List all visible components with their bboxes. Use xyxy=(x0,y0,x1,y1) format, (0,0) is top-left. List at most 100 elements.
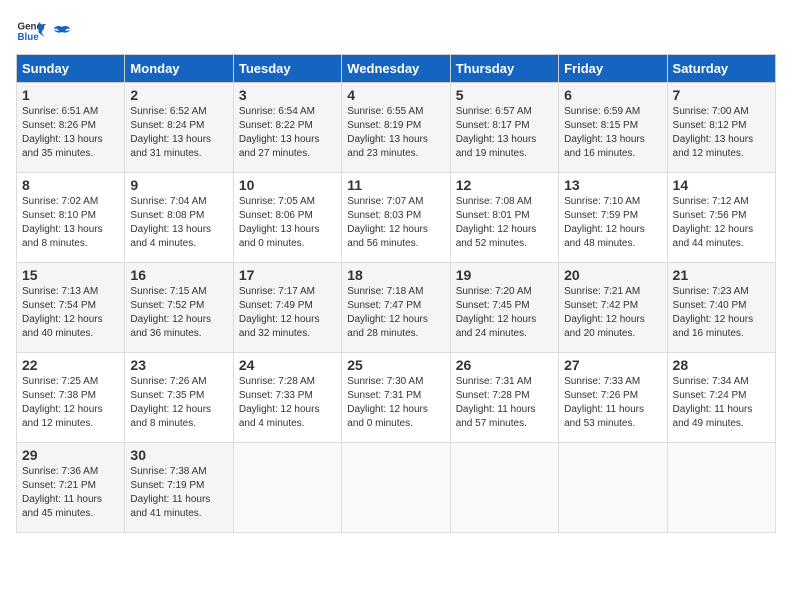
day-cell xyxy=(450,443,558,533)
day-number: 12 xyxy=(456,177,553,193)
day-cell: 10 Sunrise: 7:05 AMSunset: 8:06 PMDaylig… xyxy=(233,173,341,263)
day-cell xyxy=(342,443,450,533)
day-detail: Sunrise: 7:02 AMSunset: 8:10 PMDaylight:… xyxy=(22,196,103,249)
day-cell: 20 Sunrise: 7:21 AMSunset: 7:42 PMDaylig… xyxy=(559,263,667,353)
day-detail: Sunrise: 6:57 AMSunset: 8:17 PMDaylight:… xyxy=(456,106,537,159)
day-number: 10 xyxy=(239,177,336,193)
day-number: 29 xyxy=(22,447,119,463)
day-cell: 2 Sunrise: 6:52 AMSunset: 8:24 PMDayligh… xyxy=(125,83,233,173)
day-cell: 27 Sunrise: 7:33 AMSunset: 7:26 PMDaylig… xyxy=(559,353,667,443)
week-row-3: 15 Sunrise: 7:13 AMSunset: 7:54 PMDaylig… xyxy=(17,263,776,353)
day-number: 16 xyxy=(130,267,227,283)
day-cell: 4 Sunrise: 6:55 AMSunset: 8:19 PMDayligh… xyxy=(342,83,450,173)
header-tuesday: Tuesday xyxy=(233,55,341,83)
header-saturday: Saturday xyxy=(667,55,775,83)
calendar-table: Sunday Monday Tuesday Wednesday Thursday… xyxy=(16,54,776,533)
day-cell: 14 Sunrise: 7:12 AMSunset: 7:56 PMDaylig… xyxy=(667,173,775,263)
day-number: 22 xyxy=(22,357,119,373)
day-number: 7 xyxy=(673,87,770,103)
day-number: 2 xyxy=(130,87,227,103)
day-cell: 25 Sunrise: 7:30 AMSunset: 7:31 PMDaylig… xyxy=(342,353,450,443)
day-cell: 9 Sunrise: 7:04 AMSunset: 8:08 PMDayligh… xyxy=(125,173,233,263)
day-detail: Sunrise: 7:07 AMSunset: 8:03 PMDaylight:… xyxy=(347,196,428,249)
page-header: General Blue xyxy=(16,16,776,46)
day-detail: Sunrise: 7:17 AMSunset: 7:49 PMDaylight:… xyxy=(239,286,320,339)
day-number: 6 xyxy=(564,87,661,103)
day-cell: 29 Sunrise: 7:36 AMSunset: 7:21 PMDaylig… xyxy=(17,443,125,533)
svg-text:Blue: Blue xyxy=(18,32,40,43)
week-row-5: 29 Sunrise: 7:36 AMSunset: 7:21 PMDaylig… xyxy=(17,443,776,533)
day-number: 25 xyxy=(347,357,444,373)
day-cell: 7 Sunrise: 7:00 AMSunset: 8:12 PMDayligh… xyxy=(667,83,775,173)
day-cell: 11 Sunrise: 7:07 AMSunset: 8:03 PMDaylig… xyxy=(342,173,450,263)
day-cell: 28 Sunrise: 7:34 AMSunset: 7:24 PMDaylig… xyxy=(667,353,775,443)
day-detail: Sunrise: 6:55 AMSunset: 8:19 PMDaylight:… xyxy=(347,106,428,159)
day-detail: Sunrise: 7:36 AMSunset: 7:21 PMDaylight:… xyxy=(22,466,102,519)
header-wednesday: Wednesday xyxy=(342,55,450,83)
day-detail: Sunrise: 7:21 AMSunset: 7:42 PMDaylight:… xyxy=(564,286,645,339)
day-number: 4 xyxy=(347,87,444,103)
day-number: 19 xyxy=(456,267,553,283)
day-detail: Sunrise: 6:59 AMSunset: 8:15 PMDaylight:… xyxy=(564,106,645,159)
day-detail: Sunrise: 7:38 AMSunset: 7:19 PMDaylight:… xyxy=(130,466,210,519)
day-number: 5 xyxy=(456,87,553,103)
day-number: 13 xyxy=(564,177,661,193)
week-row-4: 22 Sunrise: 7:25 AMSunset: 7:38 PMDaylig… xyxy=(17,353,776,443)
day-detail: Sunrise: 7:04 AMSunset: 8:08 PMDaylight:… xyxy=(130,196,211,249)
logo: General Blue xyxy=(16,16,74,46)
day-cell: 30 Sunrise: 7:38 AMSunset: 7:19 PMDaylig… xyxy=(125,443,233,533)
header-friday: Friday xyxy=(559,55,667,83)
day-detail: Sunrise: 7:30 AMSunset: 7:31 PMDaylight:… xyxy=(347,376,428,429)
week-row-1: 1 Sunrise: 6:51 AMSunset: 8:26 PMDayligh… xyxy=(17,83,776,173)
day-number: 17 xyxy=(239,267,336,283)
day-detail: Sunrise: 6:52 AMSunset: 8:24 PMDaylight:… xyxy=(130,106,211,159)
calendar-header-row: Sunday Monday Tuesday Wednesday Thursday… xyxy=(17,55,776,83)
day-number: 30 xyxy=(130,447,227,463)
day-detail: Sunrise: 7:33 AMSunset: 7:26 PMDaylight:… xyxy=(564,376,644,429)
day-number: 9 xyxy=(130,177,227,193)
day-detail: Sunrise: 7:23 AMSunset: 7:40 PMDaylight:… xyxy=(673,286,754,339)
day-detail: Sunrise: 6:54 AMSunset: 8:22 PMDaylight:… xyxy=(239,106,320,159)
day-cell: 1 Sunrise: 6:51 AMSunset: 8:26 PMDayligh… xyxy=(17,83,125,173)
day-cell: 18 Sunrise: 7:18 AMSunset: 7:47 PMDaylig… xyxy=(342,263,450,353)
day-cell: 24 Sunrise: 7:28 AMSunset: 7:33 PMDaylig… xyxy=(233,353,341,443)
day-cell: 5 Sunrise: 6:57 AMSunset: 8:17 PMDayligh… xyxy=(450,83,558,173)
day-detail: Sunrise: 7:31 AMSunset: 7:28 PMDaylight:… xyxy=(456,376,536,429)
day-detail: Sunrise: 7:08 AMSunset: 8:01 PMDaylight:… xyxy=(456,196,537,249)
day-number: 3 xyxy=(239,87,336,103)
day-cell: 22 Sunrise: 7:25 AMSunset: 7:38 PMDaylig… xyxy=(17,353,125,443)
logo-icon: General Blue xyxy=(16,16,46,46)
header-sunday: Sunday xyxy=(17,55,125,83)
day-number: 11 xyxy=(347,177,444,193)
day-detail: Sunrise: 7:28 AMSunset: 7:33 PMDaylight:… xyxy=(239,376,320,429)
day-detail: Sunrise: 7:15 AMSunset: 7:52 PMDaylight:… xyxy=(130,286,211,339)
day-detail: Sunrise: 6:51 AMSunset: 8:26 PMDaylight:… xyxy=(22,106,103,159)
day-detail: Sunrise: 7:26 AMSunset: 7:35 PMDaylight:… xyxy=(130,376,211,429)
day-detail: Sunrise: 7:00 AMSunset: 8:12 PMDaylight:… xyxy=(673,106,754,159)
day-cell xyxy=(233,443,341,533)
day-cell: 3 Sunrise: 6:54 AMSunset: 8:22 PMDayligh… xyxy=(233,83,341,173)
day-number: 21 xyxy=(673,267,770,283)
header-thursday: Thursday xyxy=(450,55,558,83)
day-cell xyxy=(667,443,775,533)
day-cell: 19 Sunrise: 7:20 AMSunset: 7:45 PMDaylig… xyxy=(450,263,558,353)
day-detail: Sunrise: 7:05 AMSunset: 8:06 PMDaylight:… xyxy=(239,196,320,249)
day-number: 20 xyxy=(564,267,661,283)
day-cell xyxy=(559,443,667,533)
day-cell: 12 Sunrise: 7:08 AMSunset: 8:01 PMDaylig… xyxy=(450,173,558,263)
logo-bird-icon xyxy=(52,23,72,43)
day-number: 18 xyxy=(347,267,444,283)
day-number: 14 xyxy=(673,177,770,193)
day-detail: Sunrise: 7:10 AMSunset: 7:59 PMDaylight:… xyxy=(564,196,645,249)
day-number: 23 xyxy=(130,357,227,373)
day-detail: Sunrise: 7:13 AMSunset: 7:54 PMDaylight:… xyxy=(22,286,103,339)
day-number: 28 xyxy=(673,357,770,373)
day-detail: Sunrise: 7:12 AMSunset: 7:56 PMDaylight:… xyxy=(673,196,754,249)
day-cell: 6 Sunrise: 6:59 AMSunset: 8:15 PMDayligh… xyxy=(559,83,667,173)
day-cell: 23 Sunrise: 7:26 AMSunset: 7:35 PMDaylig… xyxy=(125,353,233,443)
day-number: 27 xyxy=(564,357,661,373)
day-number: 26 xyxy=(456,357,553,373)
day-cell: 26 Sunrise: 7:31 AMSunset: 7:28 PMDaylig… xyxy=(450,353,558,443)
day-number: 15 xyxy=(22,267,119,283)
day-cell: 8 Sunrise: 7:02 AMSunset: 8:10 PMDayligh… xyxy=(17,173,125,263)
